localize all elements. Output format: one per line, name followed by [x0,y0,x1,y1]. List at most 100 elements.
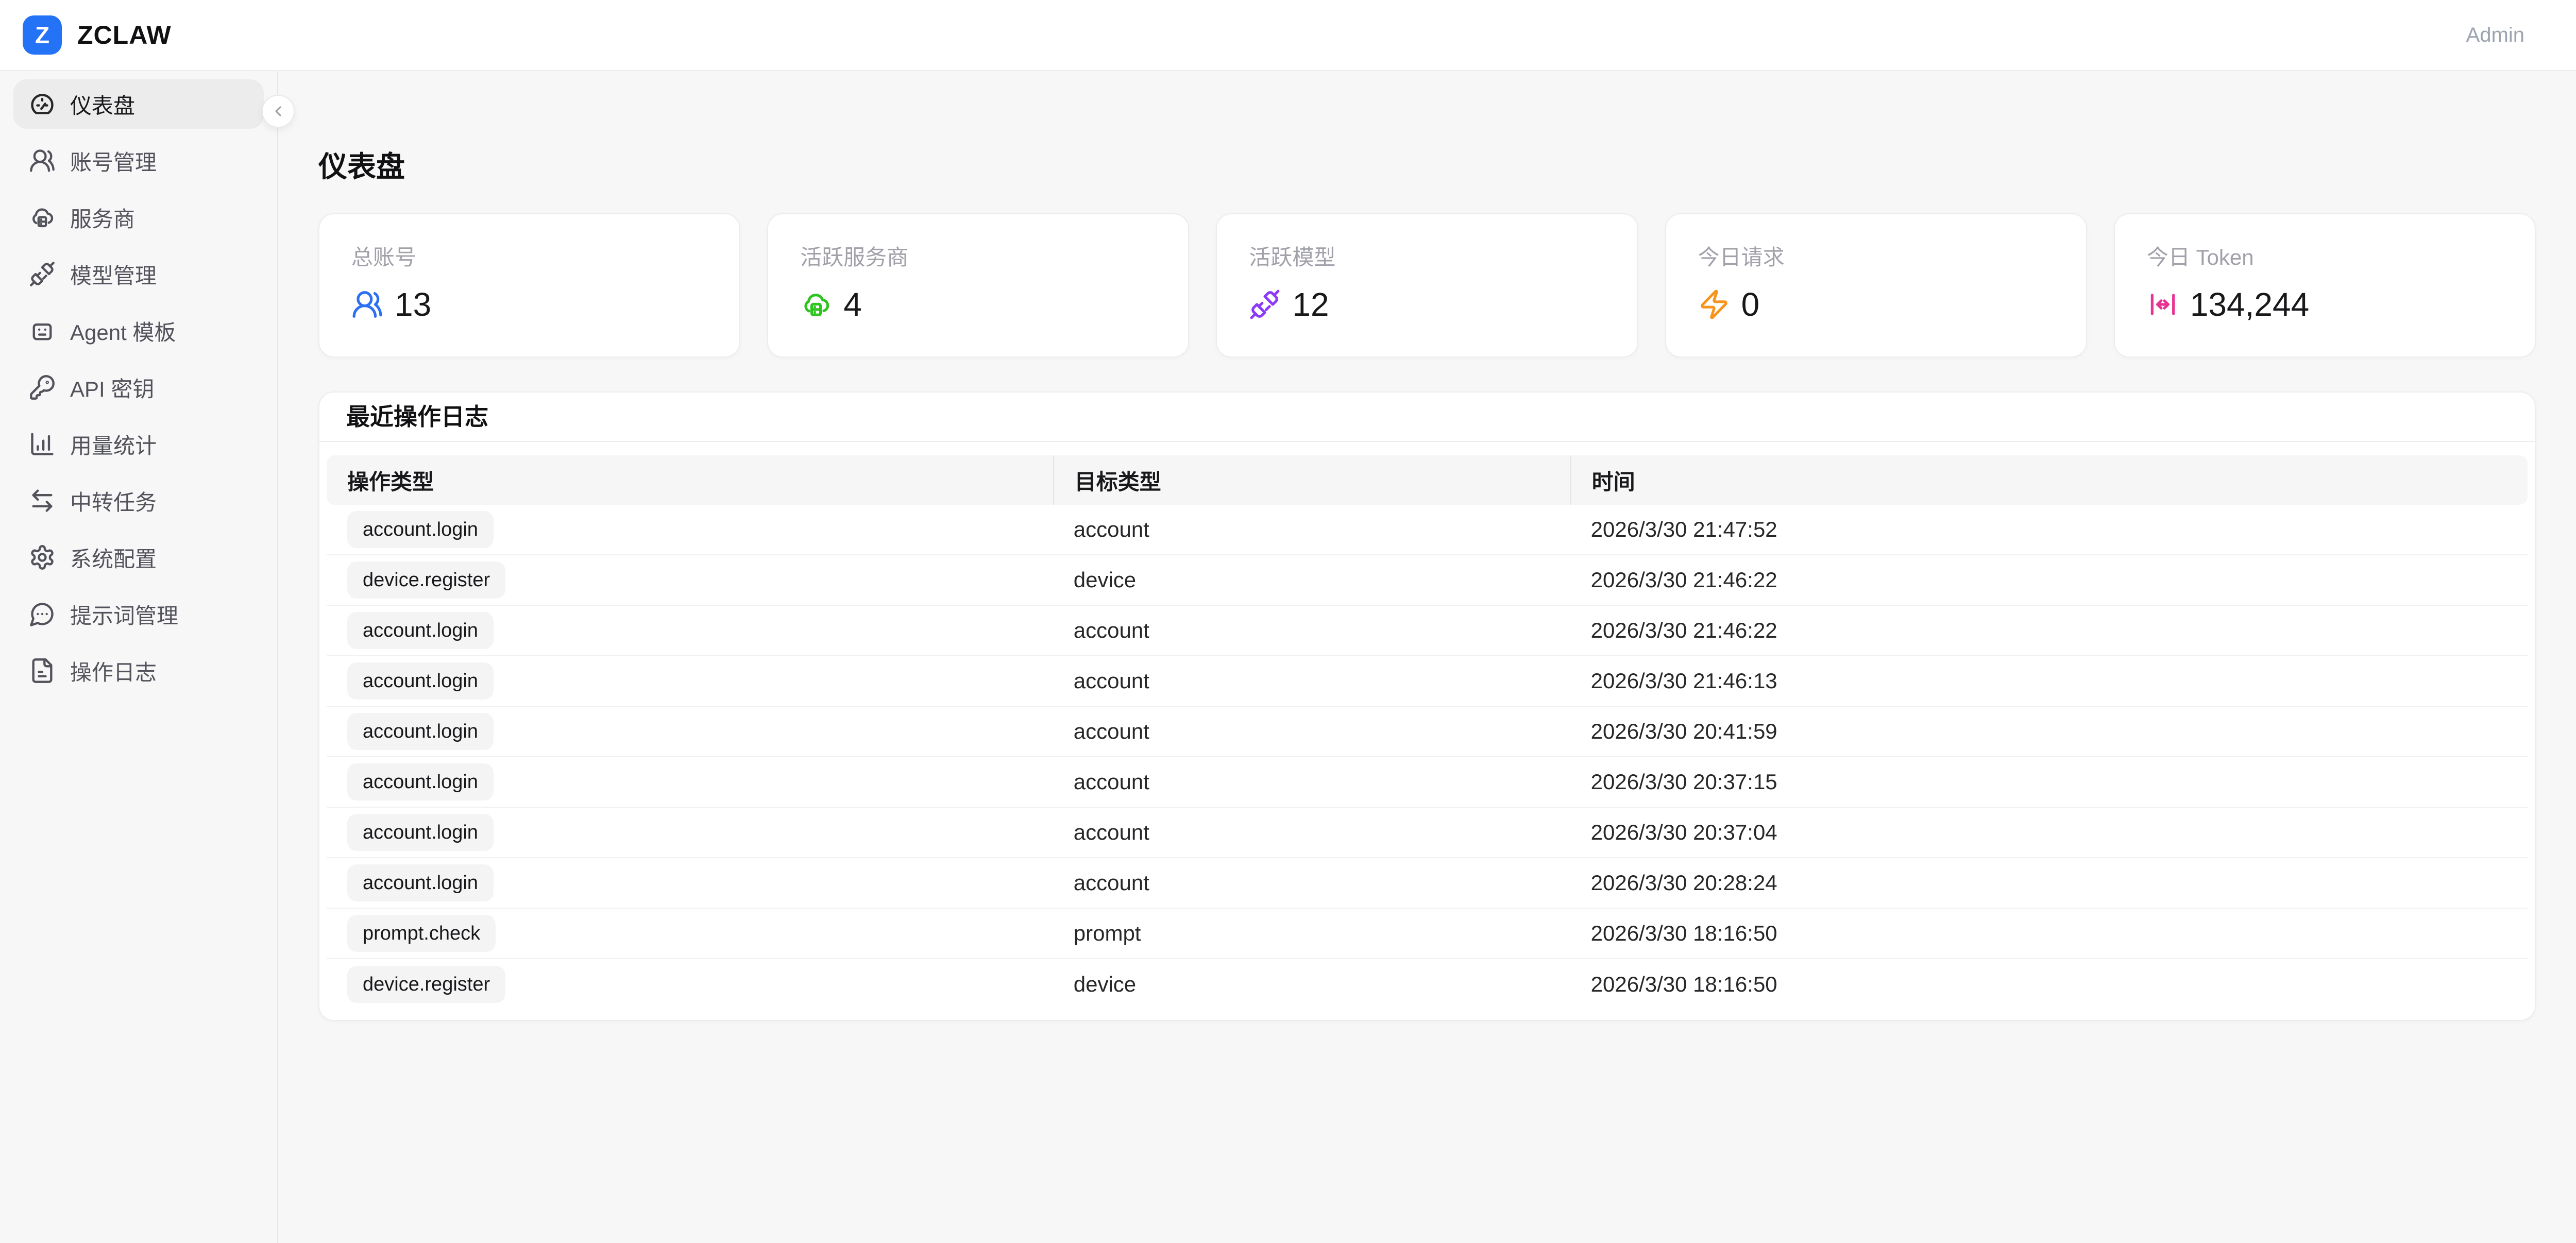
admin-user-menu[interactable]: Admin [2466,24,2524,47]
target-type-cell: account [1053,858,1570,909]
stat-value: 0 [1741,285,1760,323]
time-cell: 2026/3/30 21:46:22 [1570,606,2528,656]
users-icon [351,288,383,320]
stat-card-active-models: 活跃模型 12 [1216,213,1638,357]
action-type-badge: account.login [347,662,494,700]
action-type-badge: account.login [347,814,494,851]
target-type-cell: prompt [1053,909,1570,959]
logs-table-wrapper: 操作类型目标类型时间 account.login account 2026/3/… [319,442,2535,1020]
recent-logs-title: 最近操作日志 [319,393,2535,442]
stat-value-row: 0 [1698,285,2054,323]
recent-logs-card: 最近操作日志 操作类型目标类型时间 account.login account … [318,391,2536,1021]
time-cell: 2026/3/30 18:16:50 [1570,959,2528,1010]
sidebar-item-relay-tasks[interactable]: 中转任务 [13,476,264,525]
logo-letter: Z [35,21,49,49]
logs-table-header-row: 操作类型目标类型时间 [327,455,2528,505]
table-row: prompt.check prompt 2026/3/30 18:16:50 [327,909,2528,959]
key-icon [29,374,56,401]
time-cell: 2026/3/30 21:46:13 [1570,656,2528,707]
sidebar-item-label: 账号管理 [70,145,157,177]
sidebar-collapse-button[interactable] [262,95,295,128]
app-header: Z ZCLAW Admin [0,0,2576,71]
sidebar-item-agent-templates[interactable]: Agent 模板 [13,306,264,355]
plug-icon [1249,288,1281,320]
bar-chart-icon [29,431,56,457]
cloud-server-icon [29,204,56,231]
sidebar-item-system-config[interactable]: 系统配置 [13,533,264,582]
stat-label: 活跃模型 [1249,244,1605,271]
plug-icon [29,261,56,287]
message-dots-icon [29,601,56,627]
stat-label: 总账号 [351,244,707,271]
table-row: account.login account 2026/3/30 20:37:04 [327,808,2528,858]
time-cell: 2026/3/30 20:41:59 [1570,707,2528,757]
sidebar-item-label: 用量统计 [70,429,157,460]
stat-value: 12 [1292,285,1329,323]
gauge-icon [29,91,56,117]
page-title: 仪表盘 [318,147,2536,186]
sidebar-item-label: 仪表盘 [70,89,135,120]
stat-label: 今日请求 [1698,244,2054,271]
stats-row: 总账号 13 活跃服务商 4 活跃模型 12 今日请求 0 今日 Token 1… [318,213,2536,357]
sidebar-item-providers[interactable]: 服务商 [13,193,264,242]
sidebar-item-prompt-management[interactable]: 提示词管理 [13,589,264,639]
logs-table: 操作类型目标类型时间 account.login account 2026/3/… [327,455,2528,1010]
stat-card-active-providers: 活跃服务商 4 [767,213,1189,357]
time-cell: 2026/3/30 20:37:04 [1570,808,2528,858]
stat-label: 活跃服务商 [800,244,1156,271]
stat-value-row: 134,244 [2147,285,2503,323]
sidebar-item-label: API 密钥 [70,372,154,403]
target-type-cell: device [1053,959,1570,1010]
file-text-icon [29,657,56,684]
stat-card-total-accounts: 总账号 13 [318,213,740,357]
time-cell: 2026/3/30 21:46:22 [1570,555,2528,606]
table-row: account.login account 2026/3/30 20:37:15 [327,757,2528,808]
table-row: account.login account 2026/3/30 21:47:52 [327,505,2528,555]
stat-label: 今日 Token [2147,244,2503,271]
action-type-badge: account.login [347,763,494,801]
main-content: 仪表盘 总账号 13 活跃服务商 4 活跃模型 12 今日请求 0 今日 Tok… [278,71,2576,1072]
sidebar-item-usage-stats[interactable]: 用量统计 [13,419,264,469]
column-header: 操作类型 [327,455,1053,505]
stat-value: 4 [843,285,862,323]
time-cell: 2026/3/30 21:47:52 [1570,505,2528,555]
arrows-left-right-icon [29,487,56,514]
stat-card-today-tokens: 今日 Token 134,244 [2114,213,2536,357]
column-header: 时间 [1570,455,2528,505]
time-cell: 2026/3/30 20:37:15 [1570,757,2528,808]
sidebar-item-label: 操作日志 [70,655,157,687]
sidebar-item-label: 服务商 [70,202,135,233]
stat-value-row: 13 [351,285,707,323]
sidebar: 仪表盘 账号管理 服务商 模型管理 Agent 模板 API 密钥 用量统计 中… [0,71,278,1243]
sidebar-item-operation-logs[interactable]: 操作日志 [13,646,264,695]
sidebar-item-accounts[interactable]: 账号管理 [13,136,264,185]
sidebar-item-models[interactable]: 模型管理 [13,249,264,299]
action-type-badge: account.login [347,511,494,548]
time-cell: 2026/3/30 20:28:24 [1570,858,2528,909]
gear-icon [29,544,56,571]
target-type-cell: account [1053,707,1570,757]
sidebar-item-dashboard[interactable]: 仪表盘 [13,79,264,129]
target-type-cell: account [1053,656,1570,707]
bot-icon [29,317,56,344]
sidebar-item-api-keys[interactable]: API 密钥 [13,363,264,412]
app-logo: Z [23,15,62,55]
cloud-server-icon [800,288,832,320]
sidebar-item-label: 提示词管理 [70,599,178,630]
table-row: device.register device 2026/3/30 21:46:2… [327,555,2528,606]
table-row: device.register device 2026/3/30 18:16:5… [327,959,2528,1010]
target-type-cell: account [1053,505,1570,555]
sidebar-nav: 仪表盘 账号管理 服务商 模型管理 Agent 模板 API 密钥 用量统计 中… [13,79,264,695]
action-type-badge: account.login [347,612,494,649]
action-type-badge: prompt.check [347,915,496,952]
action-type-badge: device.register [347,966,505,1003]
sidebar-item-label: 模型管理 [70,259,157,290]
token-width-icon [2147,288,2179,320]
sidebar-item-label: 系统配置 [70,542,157,573]
table-row: account.login account 2026/3/30 20:28:24 [327,858,2528,909]
target-type-cell: account [1053,606,1570,656]
action-type-badge: account.login [347,713,494,750]
brand: Z ZCLAW [23,15,172,55]
chevron-left-icon [270,103,286,120]
time-cell: 2026/3/30 18:16:50 [1570,909,2528,959]
